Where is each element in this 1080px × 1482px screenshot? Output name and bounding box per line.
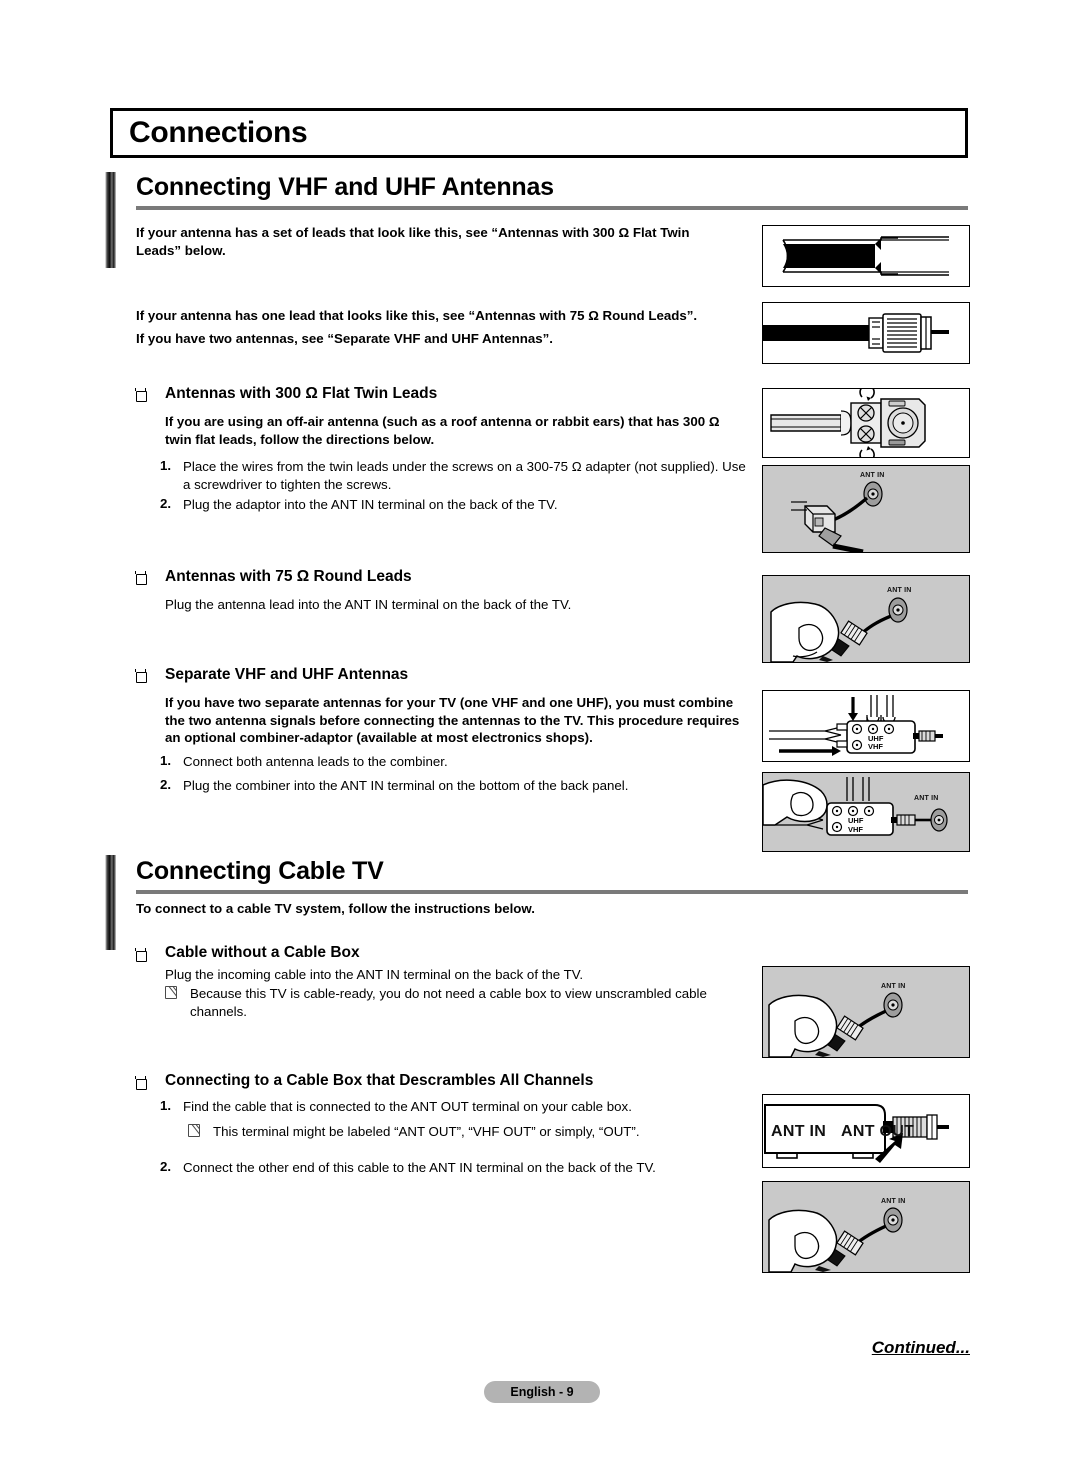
step-number: 1. (160, 1098, 172, 1113)
page-number-badge: English - 9 (484, 1381, 600, 1403)
svg-text:UHF: UHF (848, 816, 864, 825)
hand-final-plug-drawing (768, 1207, 903, 1273)
note-pencil-icon (165, 986, 177, 999)
hand-cable-plug-drawing (768, 992, 903, 1058)
checkbox-bullet-icon (135, 388, 147, 402)
figure-hand-ant-in-cable: ANT IN (762, 966, 970, 1058)
step-number: 2. (160, 777, 172, 792)
subsection-no-cable-box-body: Plug the incoming cable into the ANT IN … (165, 967, 584, 982)
checkbox-bullet-icon (135, 571, 147, 585)
figure-combiner: UHF VHF UHF VHF (762, 690, 970, 762)
step-text: Place the wires from the twin leads unde… (183, 459, 746, 492)
section-rule-1 (136, 206, 968, 210)
step-text: Plug the adaptor into the ANT IN termina… (183, 497, 558, 512)
page-title: Connections (129, 116, 308, 149)
subsection-separate-body: If you have two separate antennas for yo… (165, 695, 740, 746)
step-number: 2. (160, 1159, 172, 1174)
coax-connector-drawing (763, 313, 949, 353)
step-text: Find the cable that is connected to the … (183, 1099, 632, 1114)
adapter-screws-drawing (770, 384, 926, 463)
checkbox-bullet-icon (135, 669, 147, 683)
section1-intro-1: If your antenna has a set of leads that … (136, 225, 690, 258)
subsection-no-cable-box-note: Because this TV is cable-ready, you do n… (190, 986, 707, 1019)
step-number: 2. (160, 496, 172, 511)
figure-300-75-adapter (762, 384, 970, 463)
ant-in-label: ANT IN (887, 587, 912, 594)
subsection-300ohm-body: If you are using an off-air antenna (suc… (165, 414, 720, 447)
step-text: Connect the other end of this cable to t… (183, 1160, 656, 1175)
hand-plug-drawing (770, 597, 908, 663)
section-accent-bar-1 (105, 172, 116, 268)
section1-intro-3: If you have two antennas, see “Separate … (136, 331, 553, 346)
ant-in-label: ANT IN (914, 795, 939, 802)
cable-box-ant-in-label: ANT IN (771, 1123, 827, 1140)
figure-combiner-hand: ANT IN UHF VHF (762, 772, 970, 852)
step-number: 1. (160, 458, 172, 473)
subsection-title-300ohm: Antennas with 300 Ω Flat Twin Leads (165, 385, 438, 402)
svg-text:VHF: VHF (868, 742, 883, 751)
section1-intro-2: If your antenna has one lead that looks … (136, 308, 698, 323)
checkbox-bullet-icon (135, 948, 147, 962)
ant-in-label: ANT IN (881, 983, 906, 990)
section-accent-bar-2 (105, 855, 116, 950)
subsection-title-descrambler: Connecting to a Cable Box that Descrambl… (165, 1072, 594, 1089)
cable-box-ant-out-label: ANT OUT (841, 1123, 915, 1140)
continued-label: Continued... (871, 1338, 970, 1357)
figure-flat-twin-lead (762, 225, 970, 287)
ant-in-label: ANT IN (881, 1198, 906, 1205)
section2-intro: To connect to a cable TV system, follow … (136, 901, 535, 916)
flat-twin-lead-drawing (782, 236, 949, 276)
figure-round-lead (762, 302, 970, 364)
subsection-title-no-cable-box: Cable without a Cable Box (165, 944, 360, 961)
subsection-title-75ohm: Antennas with 75 Ω Round Leads (165, 568, 412, 585)
section-rule-2 (136, 890, 968, 894)
step-number: 1. (160, 753, 172, 768)
step-text: Plug the combiner into the ANT IN termin… (183, 778, 629, 793)
subsection-title-separate: Separate VHF and UHF Antennas (165, 666, 409, 683)
figure-hand-ant-in-final: ANT IN (762, 1181, 970, 1273)
step-text: Connect both antenna leads to the combin… (183, 754, 448, 769)
page-number-label: English - 9 (510, 1385, 574, 1399)
subsection-75ohm-body: Plug the antenna lead into the ANT IN te… (165, 597, 572, 612)
section-heading-2: Connecting Cable TV (136, 857, 384, 885)
checkbox-bullet-icon (135, 1076, 147, 1090)
combiner-hand-drawing: UHF VHF (762, 777, 948, 836)
note-pencil-icon (188, 1124, 200, 1137)
svg-text:VHF: VHF (848, 825, 863, 834)
figure-cable-box: ANT IN ANT OUT (762, 1094, 970, 1168)
manual-page: Connections Connecting VHF and UHF Anten… (0, 0, 1080, 1482)
section-heading-1: Connecting VHF and UHF Antennas (136, 173, 554, 201)
figure-hand-ant-in-75: ANT IN (762, 575, 970, 663)
subsection-descrambler-note: This terminal might be labeled “ANT OUT”… (213, 1124, 640, 1139)
ant-in-label: ANT IN (860, 472, 885, 479)
combiner-drawing: UHF VHF (769, 695, 943, 756)
chapter-title-box: Connections (110, 108, 968, 158)
figure-adapter-ant-in: ANT IN (762, 465, 970, 555)
